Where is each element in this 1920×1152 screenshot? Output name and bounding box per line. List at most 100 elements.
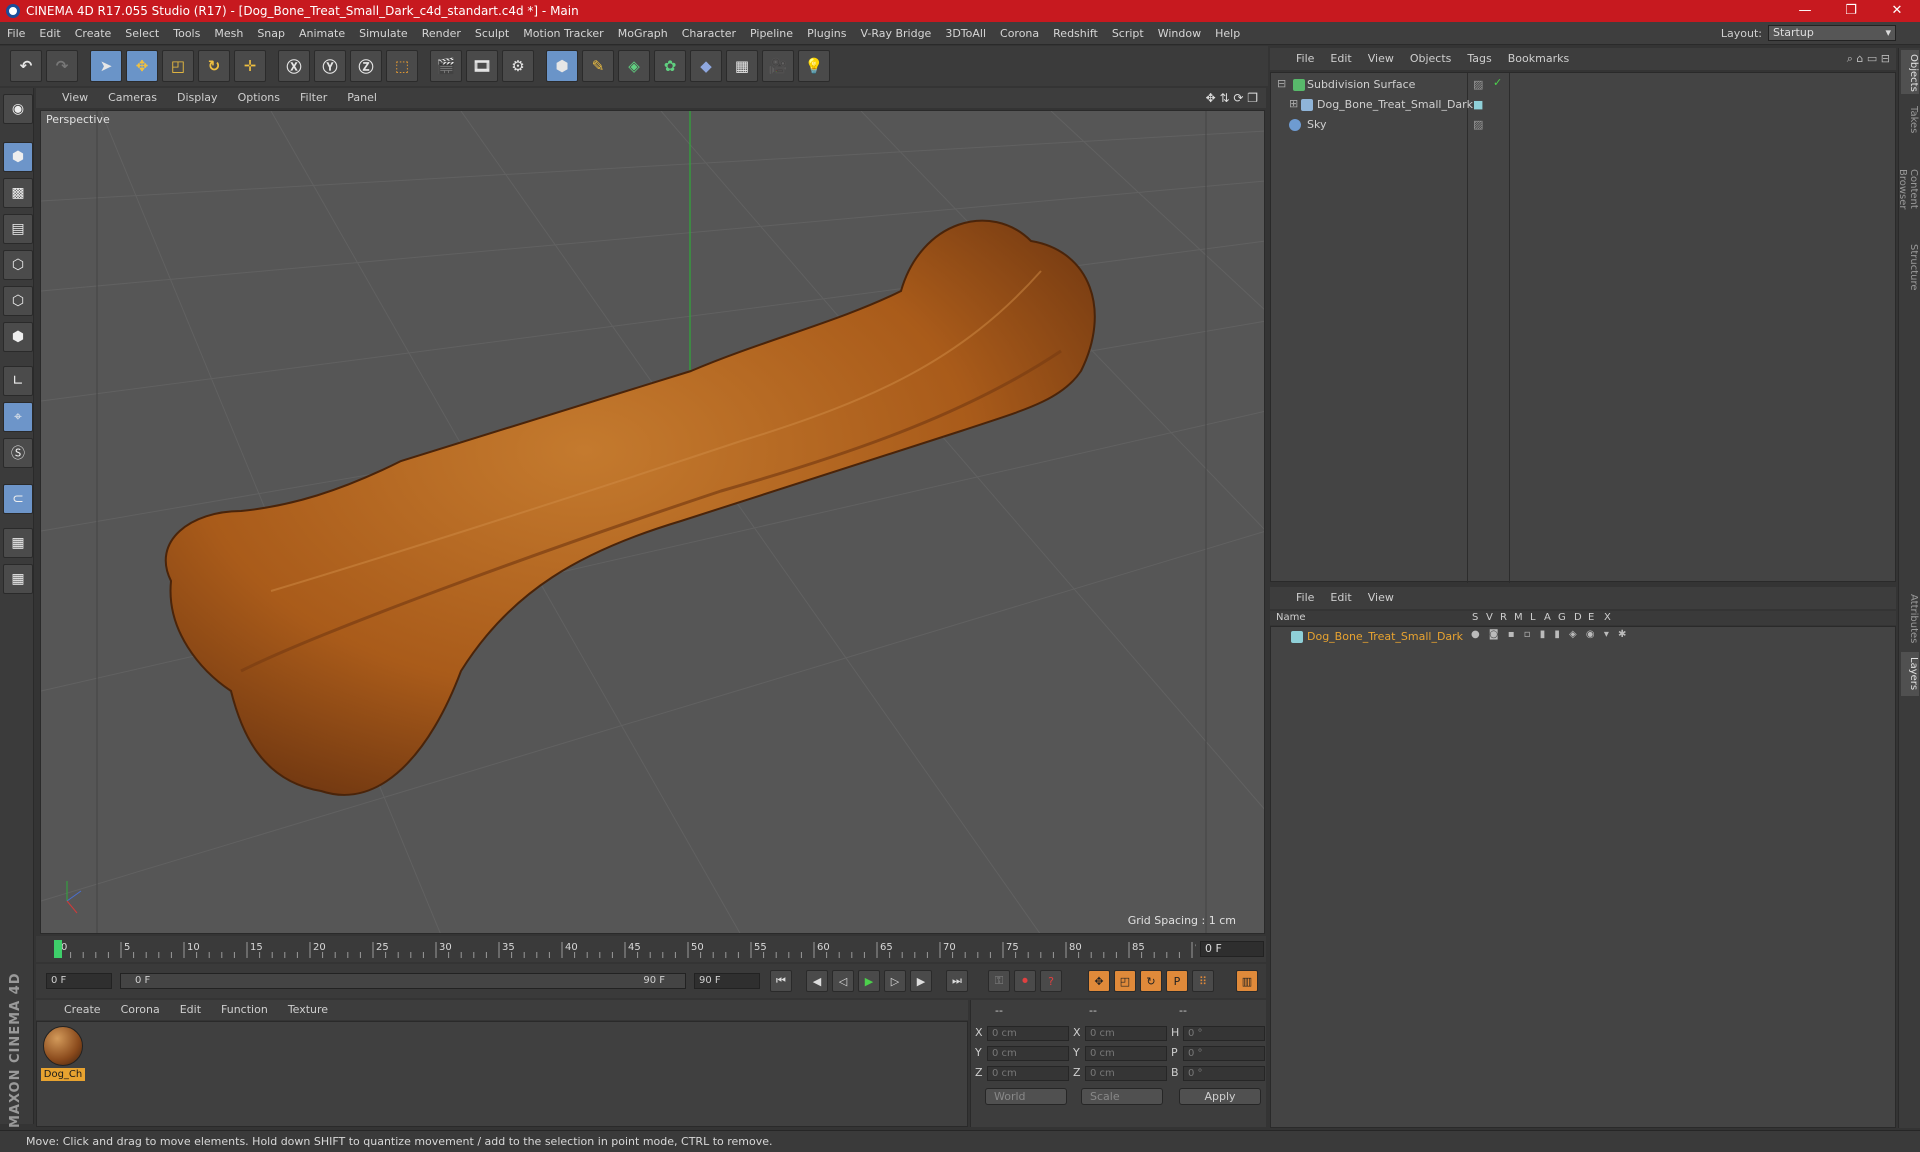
key-pla-icon[interactable]: ⠿ xyxy=(1192,970,1214,992)
size-y-field[interactable]: 0 cm xyxy=(1085,1046,1167,1061)
close-button[interactable]: ✕ xyxy=(1874,0,1920,22)
rot-h-field[interactable]: 0 ° xyxy=(1183,1026,1265,1041)
timeline-window-icon[interactable]: ▥ xyxy=(1236,970,1258,992)
y-axis-lock-icon[interactable]: Ⓨ xyxy=(314,50,346,82)
workplane-mode-icon[interactable]: ▤ xyxy=(3,214,33,244)
viewport-menu-cameras[interactable]: Cameras xyxy=(98,88,167,108)
menu-vray-bridge[interactable]: V-Ray Bridge xyxy=(853,22,938,45)
tab-content-browser[interactable]: Content Browser xyxy=(1897,144,1919,234)
coordinate-system-icon[interactable]: ⬚ xyxy=(386,50,418,82)
material-menu-corona[interactable]: Corona xyxy=(111,1000,170,1020)
end-frame-field[interactable]: 90 F xyxy=(694,973,760,989)
menu-animate[interactable]: Animate xyxy=(292,22,352,45)
minimize-button[interactable]: — xyxy=(1782,0,1828,22)
previous-frame-icon[interactable]: ◁ xyxy=(832,970,854,992)
material-menu-edit[interactable]: Edit xyxy=(170,1000,211,1020)
move-tool-icon[interactable]: ✥ xyxy=(126,50,158,82)
next-frame-icon[interactable]: ▷ xyxy=(884,970,906,992)
viewport-menu-display[interactable]: Display xyxy=(167,88,228,108)
play-icon[interactable]: ▶ xyxy=(858,970,880,992)
previous-keyframe-icon[interactable]: ◀ xyxy=(806,970,828,992)
menu-script[interactable]: Script xyxy=(1105,22,1151,45)
menu-pipeline[interactable]: Pipeline xyxy=(743,22,800,45)
texture-mode-icon[interactable]: ▩ xyxy=(3,178,33,208)
undo-icon[interactable]: ↶ xyxy=(10,50,42,82)
layout-select[interactable]: Startup xyxy=(1768,25,1896,41)
frame-range-slider[interactable]: 0 F 90 F xyxy=(120,973,686,989)
pos-z-field[interactable]: 0 cm xyxy=(987,1066,1069,1081)
menu-select[interactable]: Select xyxy=(118,22,166,45)
go-to-end-icon[interactable]: ⏭ xyxy=(946,970,968,992)
points-mode-icon[interactable]: ⬡ xyxy=(3,250,33,280)
tweak-mode-icon[interactable]: ⌖ xyxy=(3,402,33,432)
object-menu-view[interactable]: View xyxy=(1360,48,1402,70)
visibility-toggle-icon[interactable]: ▨ xyxy=(1473,78,1483,91)
object-row-dog-bone[interactable]: ⊞ Dog_Bone_Treat_Small_Dark ■ xyxy=(1271,95,1897,115)
menu-mograph[interactable]: MoGraph xyxy=(611,22,675,45)
menu-plugins[interactable]: Plugins xyxy=(800,22,853,45)
dog-bone-treat-model[interactable] xyxy=(164,219,1096,796)
rotate-tool-icon[interactable]: ↻ xyxy=(198,50,230,82)
rot-p-field[interactable]: 0 ° xyxy=(1183,1046,1265,1061)
planar-workplane-icon[interactable]: ▦ xyxy=(3,564,33,594)
viewport-nav-icons[interactable]: ✥ ⇅ ⟳ ❐ xyxy=(1206,88,1258,108)
menu-window[interactable]: Window xyxy=(1151,22,1208,45)
model-mode-icon[interactable]: ⬢ xyxy=(3,142,33,172)
autokey-icon[interactable]: ⏺ xyxy=(1014,970,1036,992)
record-keys-icon[interactable]: ⚿ xyxy=(988,970,1010,992)
workplane-lock-icon[interactable]: ▦ xyxy=(3,528,33,558)
object-menu-objects[interactable]: Objects xyxy=(1402,48,1460,70)
menu-snap[interactable]: Snap xyxy=(250,22,292,45)
viewport-menu-options[interactable]: Options xyxy=(228,88,290,108)
key-position-icon[interactable]: ✥ xyxy=(1088,970,1110,992)
edges-mode-icon[interactable]: ⬡ xyxy=(3,286,33,316)
floor-environment-icon[interactable]: ▦ xyxy=(726,50,758,82)
size-x-field[interactable]: 0 cm xyxy=(1085,1026,1167,1041)
menu-3dtoall[interactable]: 3DToAll xyxy=(938,22,993,45)
select-arrow-icon[interactable]: ➤ xyxy=(90,50,122,82)
make-editable-icon[interactable]: ◉ xyxy=(3,94,33,124)
maximize-button[interactable]: ❐ xyxy=(1828,0,1874,22)
object-manager-nav-icons[interactable]: ⌕ ⌂ ▭ ⊟ xyxy=(1847,48,1890,70)
viewport-menu-filter[interactable]: Filter xyxy=(290,88,337,108)
material-menu-texture[interactable]: Texture xyxy=(278,1000,338,1020)
material-menu-function[interactable]: Function xyxy=(211,1000,278,1020)
enabled-check-icon[interactable]: ✓ xyxy=(1493,76,1502,89)
menu-redshift[interactable]: Redshift xyxy=(1046,22,1105,45)
menu-file[interactable]: File xyxy=(0,22,32,45)
layer-menu-view[interactable]: View xyxy=(1360,587,1402,609)
deformer-icon[interactable]: ◆ xyxy=(690,50,722,82)
object-menu-edit[interactable]: Edit xyxy=(1322,48,1359,70)
cube-primitive-icon[interactable]: ⬢ xyxy=(546,50,578,82)
axis-mode-icon[interactable]: ∟ xyxy=(3,366,33,396)
rot-b-field[interactable]: 0 ° xyxy=(1183,1066,1265,1081)
tab-objects[interactable]: Objects xyxy=(1901,50,1919,94)
menu-sculpt[interactable]: Sculpt xyxy=(468,22,516,45)
tab-structure[interactable]: Structure xyxy=(1901,240,1919,294)
pen-spline-icon[interactable]: ✎ xyxy=(582,50,614,82)
redo-icon[interactable]: ↷ xyxy=(46,50,78,82)
keyframe-selection-icon[interactable]: ? xyxy=(1040,970,1062,992)
tree-collapse-icon[interactable]: ⊟ xyxy=(1277,77,1286,90)
polygons-mode-icon[interactable]: ⬢ xyxy=(3,322,33,352)
pos-x-field[interactable]: 0 cm xyxy=(987,1026,1069,1041)
tab-layers[interactable]: Layers xyxy=(1901,652,1919,696)
object-menu-tags[interactable]: Tags xyxy=(1459,48,1499,70)
viewport-menu-panel[interactable]: Panel xyxy=(337,88,387,108)
z-axis-lock-icon[interactable]: Ⓩ xyxy=(350,50,382,82)
tree-expand-icon[interactable]: ⊞ xyxy=(1289,97,1298,110)
size-z-field[interactable]: 0 cm xyxy=(1085,1066,1167,1081)
layer-color-icon[interactable]: ■ xyxy=(1473,98,1483,111)
menu-help[interactable]: Help xyxy=(1208,22,1247,45)
menu-motion-tracker[interactable]: Motion Tracker xyxy=(516,22,610,45)
object-row-subdivision-surface[interactable]: ⊟ Subdivision Surface ▨ ✓ xyxy=(1271,75,1897,95)
object-menu-file[interactable]: File xyxy=(1288,48,1322,70)
tab-takes[interactable]: Takes xyxy=(1901,100,1919,140)
object-menu-bookmarks[interactable]: Bookmarks xyxy=(1500,48,1577,70)
x-axis-lock-icon[interactable]: Ⓧ xyxy=(278,50,310,82)
menu-simulate[interactable]: Simulate xyxy=(352,22,415,45)
subdivision-surface-icon[interactable]: ◈ xyxy=(618,50,650,82)
render-picture-viewer-icon[interactable]: 🎞 xyxy=(466,50,498,82)
menu-render[interactable]: Render xyxy=(415,22,468,45)
next-keyframe-icon[interactable]: ▶ xyxy=(910,970,932,992)
